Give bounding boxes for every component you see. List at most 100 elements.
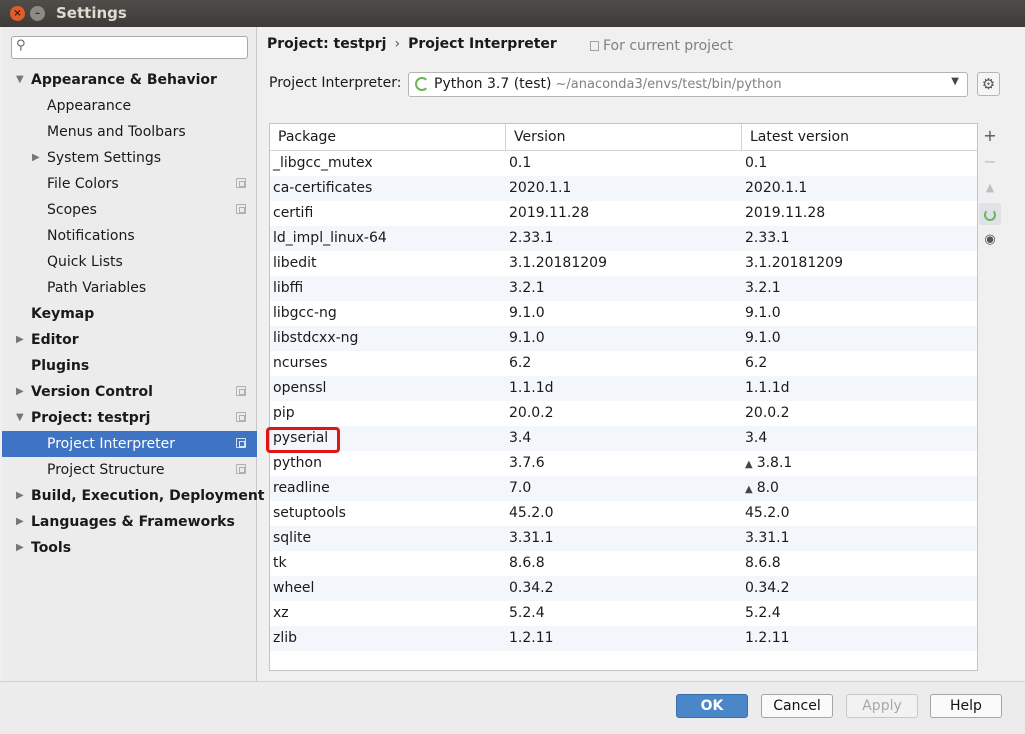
table-row[interactable]: libgcc-ng 9.1.0 9.1.0 — [270, 301, 977, 326]
column-header-latest-version[interactable]: Latest version — [742, 124, 977, 151]
settings-search-box[interactable]: ⚲ — [11, 36, 248, 59]
sidebar-item-tools[interactable]: ▶ Tools — [2, 535, 257, 561]
sidebar-item-version-control[interactable]: ▶ Version Control — [2, 379, 257, 405]
add-package-icon[interactable]: + — [979, 125, 1001, 147]
column-header-version[interactable]: Version — [506, 124, 742, 151]
sidebar-item-project-testprj[interactable]: ▼ Project: testprj — [2, 405, 257, 431]
chevron-down-icon[interactable]: ▼ — [951, 76, 959, 87]
sidebar-item-menus-and-toolbars[interactable]: Menus and Toolbars — [2, 119, 257, 145]
package-name-cell: libffi — [273, 280, 304, 296]
cancel-button[interactable]: Cancel — [761, 694, 833, 718]
collapsed-arrow-icon[interactable]: ▶ — [32, 145, 40, 171]
sidebar-item-file-colors[interactable]: File Colors — [2, 171, 257, 197]
table-row[interactable]: pip 20.0.2 20.0.2 — [270, 401, 977, 426]
latest-version-text: 3.4 — [745, 430, 768, 446]
interpreter-settings-gear-icon[interactable]: ⚙ — [977, 72, 1000, 96]
package-latest-version-cell: 3.1.20181209 — [745, 251, 843, 276]
collapsed-arrow-icon[interactable]: ▶ — [16, 483, 24, 509]
breadcrumb-project: Project: testprj — [267, 36, 387, 52]
table-row[interactable]: python 3.7.6 ▲ 3.8.1 — [270, 451, 977, 476]
package-name-cell: tk — [273, 555, 287, 571]
loading-spinner-icon — [415, 77, 429, 91]
sidebar-item-editor[interactable]: ▶ Editor — [2, 327, 257, 353]
packages-table: Package Version Latest version _libgcc_m… — [266, 123, 978, 671]
sidebar-item-project-structure[interactable]: Project Structure — [2, 457, 257, 483]
package-version-cell: 1.1.1d — [509, 380, 554, 396]
ok-button[interactable]: OK — [676, 694, 748, 718]
search-icon: ⚲ — [16, 38, 26, 53]
table-row[interactable]: ld_impl_linux-64 2.33.1 2.33.1 — [270, 226, 977, 251]
table-row[interactable]: certifi 2019.11.28 2019.11.28 — [270, 201, 977, 226]
package-version-cell: 0.34.2 — [509, 580, 554, 596]
sidebar-item-notifications[interactable]: Notifications — [2, 223, 257, 249]
upgrade-available-icon: ▲ — [745, 459, 753, 470]
sidebar-item-label: Project Structure — [47, 462, 165, 478]
package-version-cell: 20.0.2 — [509, 405, 554, 421]
column-header-package[interactable]: Package — [270, 124, 506, 151]
package-latest-version-cell: 9.1.0 — [745, 326, 781, 351]
sidebar-item-label: Scopes — [47, 202, 97, 218]
table-row[interactable]: sqlite 3.31.1 3.31.1 — [270, 526, 977, 551]
table-row[interactable]: ncurses 6.2 6.2 — [270, 351, 977, 376]
sidebar-item-languages-frameworks[interactable]: ▶ Languages & Frameworks — [2, 509, 257, 535]
latest-version-text: 2020.1.1 — [745, 180, 808, 196]
sidebar-item-appearance[interactable]: Appearance — [2, 93, 257, 119]
table-row[interactable]: libstdcxx-ng 9.1.0 9.1.0 — [270, 326, 977, 351]
minimize-window-icon[interactable]: – — [30, 6, 45, 21]
table-row[interactable]: pyserial 3.4 3.4 — [266, 426, 977, 453]
sidebar-item-project-interpreter[interactable]: Project Interpreter — [2, 431, 257, 457]
table-row[interactable]: zlib 1.2.11 1.2.11 — [270, 626, 977, 651]
interpreter-name: Python 3.7 (test) — [434, 76, 552, 92]
sidebar-item-path-variables[interactable]: Path Variables — [2, 275, 257, 301]
sidebar-item-quick-lists[interactable]: Quick Lists — [2, 249, 257, 275]
expanded-arrow-icon[interactable]: ▼ — [16, 67, 24, 93]
sidebar-item-plugins[interactable]: Plugins — [2, 353, 257, 379]
package-version-cell: 45.2.0 — [509, 505, 554, 521]
table-row[interactable]: ca-certificates 2020.1.1 2020.1.1 — [270, 176, 977, 201]
table-row[interactable]: tk 8.6.8 8.6.8 — [270, 551, 977, 576]
table-row[interactable]: readline 7.0 ▲ 8.0 — [270, 476, 977, 501]
window-title: Settings — [56, 4, 127, 22]
table-row[interactable]: libedit 3.1.20181209 3.1.20181209 — [270, 251, 977, 276]
sidebar-item-build-execution-deployment[interactable]: ▶ Build, Execution, Deployment — [2, 483, 265, 509]
sidebar-item-label: Version Control — [31, 384, 153, 400]
for-current-project-note: For current project — [590, 38, 733, 54]
latest-version-text: 8.6.8 — [745, 555, 781, 571]
sidebar-item-appearance-behavior[interactable]: ▼ Appearance & Behavior — [2, 67, 257, 93]
settings-search-input[interactable] — [34, 39, 242, 56]
collapsed-arrow-icon[interactable]: ▶ — [16, 379, 24, 405]
collapsed-arrow-icon[interactable]: ▶ — [16, 535, 24, 561]
package-latest-version-cell: 1.2.11 — [745, 626, 790, 651]
interpreter-select[interactable]: Python 3.7 (test) ~/anaconda3/envs/test/b… — [408, 72, 968, 97]
help-button[interactable]: Help — [930, 694, 1002, 718]
collapsed-arrow-icon[interactable]: ▶ — [16, 509, 24, 535]
upgrade-package-icon[interactable]: ▲ — [979, 177, 1001, 199]
close-window-icon[interactable]: × — [10, 6, 25, 21]
sidebar-item-label: Menus and Toolbars — [47, 124, 186, 140]
sidebar-item-system-settings[interactable]: ▶ System Settings — [2, 145, 257, 171]
package-latest-version-cell: 0.1 — [745, 151, 767, 176]
collapsed-arrow-icon[interactable]: ▶ — [16, 327, 24, 353]
table-row[interactable]: _libgcc_mutex 0.1 0.1 — [270, 151, 977, 176]
sidebar-item-label: Plugins — [31, 358, 90, 374]
table-row[interactable]: wheel 0.34.2 0.34.2 — [270, 576, 977, 601]
apply-button[interactable]: Apply — [846, 694, 918, 718]
package-name-cell: readline — [273, 480, 330, 496]
package-latest-version-cell: 1.1.1d — [745, 376, 790, 401]
refresh-icon[interactable] — [979, 203, 1001, 225]
package-name-cell: ca-certificates — [273, 180, 373, 196]
remove-package-icon[interactable]: − — [979, 151, 1001, 173]
package-version-cell: 2.33.1 — [509, 230, 554, 246]
show-early-releases-eye-icon[interactable]: ◉ — [979, 229, 1001, 251]
expanded-arrow-icon[interactable]: ▼ — [16, 405, 24, 431]
sidebar-item-scopes[interactable]: Scopes — [2, 197, 257, 223]
table-row[interactable]: libffi 3.2.1 3.2.1 — [270, 276, 977, 301]
package-version-cell: 2020.1.1 — [509, 180, 572, 196]
refresh-ring-icon — [984, 209, 996, 221]
table-row[interactable]: setuptools 45.2.0 45.2.0 — [270, 501, 977, 526]
table-row[interactable]: xz 5.2.4 5.2.4 — [270, 601, 977, 626]
sidebar-item-keymap[interactable]: Keymap — [2, 301, 257, 327]
interpreter-value: Python 3.7 (test) ~/anaconda3/envs/test/b… — [434, 76, 782, 92]
package-version-cell: 1.2.11 — [509, 630, 554, 646]
table-row[interactable]: openssl 1.1.1d 1.1.1d — [270, 376, 977, 401]
